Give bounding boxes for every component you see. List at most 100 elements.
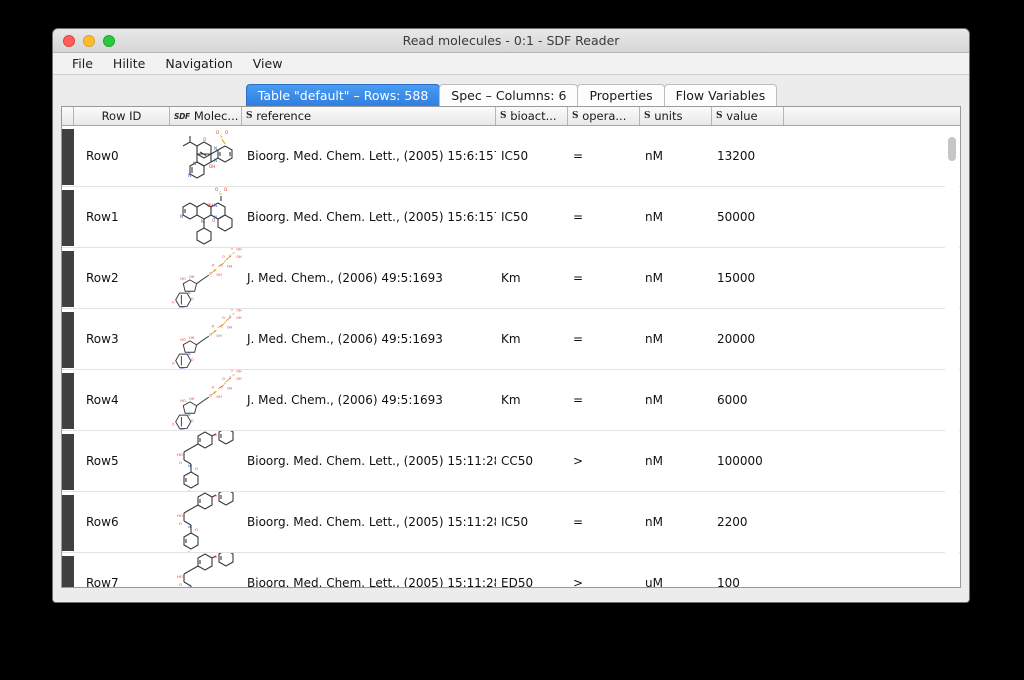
cell-operator: =	[573, 515, 584, 529]
table-row[interactable]: Row4 J. Med. Chem., (2006) 49:5:1693 Km = nM…	[62, 370, 960, 431]
menu-item-navigation[interactable]: Navigation	[156, 54, 241, 73]
minimize-button[interactable]	[83, 34, 95, 47]
cell-operator: =	[573, 271, 584, 285]
row-color-swatch	[62, 495, 74, 551]
mol-uridine-triphosphate-sugar-structure	[171, 309, 242, 369]
cell-units: uM	[645, 576, 663, 587]
mol-phenoxyphenyl-acrylamide-fluorobenzyl-structure	[176, 492, 234, 552]
cell-row-id: Row6	[86, 515, 119, 529]
mol-uridine-triphosphate-sugar-structure	[171, 248, 242, 308]
cell-reference: J. Med. Chem., (2006) 49:5:1693	[247, 393, 443, 407]
table-row[interactable]: Row3 J. Med. Chem., (2006) 49:5:1693 Km = nM…	[62, 309, 960, 370]
cell-bioactivity: ED50	[501, 576, 534, 587]
tab-bar-container: Table "default" – Rows: 588 Spec – Colum…	[53, 75, 969, 106]
cell-row-id: Row0	[86, 149, 119, 163]
close-button[interactable]	[63, 34, 75, 47]
cell-units: nM	[645, 149, 663, 163]
cell-units: nM	[645, 271, 663, 285]
table-row[interactable]: Row0 Bioorg. Med. Chem. Lett., (2005) 15:…	[62, 126, 960, 187]
tab-table-default[interactable]: Table "default" – Rows: 588	[245, 84, 441, 106]
table-row[interactable]: Row2 J. Med. Chem., (2006) 49:5:1693 Km = nM…	[62, 248, 960, 309]
string-type-icon: S	[246, 111, 253, 121]
cell-bioactivity: Km	[501, 393, 521, 407]
column-header-row-id[interactable]: Row ID	[74, 107, 170, 125]
table-row[interactable]: Row1 Bioorg. Med. Chem. Lett., (2005) 15:…	[62, 187, 960, 248]
row-color-indicator	[62, 553, 74, 587]
cell-operator: =	[573, 210, 584, 224]
cell-filler	[784, 553, 960, 587]
cell-value: 50000	[717, 210, 756, 224]
application-window: Read molecules - 0:1 - SDF Reader File H…	[52, 28, 970, 603]
column-header-operator[interactable]: S opera...	[568, 107, 640, 125]
mol-hydroxynaphthyridinone-sulfonamide-cyclohexyl-structure	[179, 187, 233, 245]
row-color-indicator	[62, 248, 74, 308]
row-color-swatch	[62, 434, 74, 490]
column-header-filler	[784, 107, 960, 125]
cell-value: 6000	[717, 393, 748, 407]
cell-filler	[784, 492, 960, 552]
cell-operator: >	[573, 576, 584, 587]
cell-molecule	[170, 370, 242, 430]
cell-row-id: Row5	[86, 454, 119, 468]
row-color-indicator	[62, 126, 74, 186]
table-row[interactable]: Row6 Bioorg. Med. Chem. Lett., (2005) 15:…	[62, 492, 960, 553]
column-header-bioactivity[interactable]: S bioact...	[496, 107, 568, 125]
tab-spec[interactable]: Spec – Columns: 6	[439, 84, 579, 106]
data-table-panel: Row ID SDF Molec... S reference S bioact…	[61, 106, 961, 588]
cell-value: 100000	[717, 454, 763, 468]
row-color-indicator	[62, 431, 74, 491]
row-color-indicator	[62, 492, 74, 552]
table-row[interactable]: Row7 Bioorg. Med. Chem. Lett., (2005) 15:…	[62, 553, 960, 587]
cell-value: 15000	[717, 271, 756, 285]
cell-bioactivity: IC50	[501, 149, 529, 163]
mol-phenoxyphenyl-acrylamide-fluorobenzyl-structure	[176, 553, 234, 587]
menu-item-hilite[interactable]: Hilite	[104, 54, 154, 73]
cell-units: nM	[645, 454, 663, 468]
cell-row-id: Row7	[86, 576, 119, 587]
tab-flow-variables[interactable]: Flow Variables	[663, 84, 778, 106]
menu-item-file[interactable]: File	[63, 54, 102, 73]
tab-properties[interactable]: Properties	[577, 84, 665, 106]
cell-molecule	[170, 126, 242, 186]
cell-operator: =	[573, 393, 584, 407]
cell-molecule	[170, 309, 242, 369]
cell-reference: J. Med. Chem., (2006) 49:5:1693	[247, 332, 443, 346]
sdf-icon: SDF	[174, 111, 190, 121]
column-header-molecule[interactable]: SDF Molec...	[170, 107, 242, 125]
cell-units: nM	[645, 393, 663, 407]
table-row[interactable]: Row5 Bioorg. Med. Chem. Lett., (2005) 15:…	[62, 431, 960, 492]
title-bar: Read molecules - 0:1 - SDF Reader	[53, 29, 969, 53]
cell-reference: Bioorg. Med. Chem. Lett., (2005) 15:11:2…	[247, 576, 496, 587]
column-header-color[interactable]	[62, 107, 74, 125]
menu-bar: File Hilite Navigation View	[53, 53, 969, 75]
cell-filler	[784, 309, 960, 369]
cell-row-id: Row2	[86, 271, 119, 285]
column-header-molecule-label: Molec...	[193, 109, 239, 123]
row-color-swatch	[62, 129, 74, 185]
cell-value: 13200	[717, 149, 756, 163]
mol-uridine-triphosphate-sugar-structure	[171, 370, 242, 430]
cell-reference: Bioorg. Med. Chem. Lett., (2005) 15:6:15…	[247, 149, 496, 163]
zoom-button[interactable]	[103, 34, 115, 47]
string-type-icon: S	[572, 111, 579, 121]
row-color-indicator	[62, 309, 74, 369]
window-bottom-padding	[53, 597, 969, 602]
vertical-scrollbar[interactable]	[945, 127, 959, 586]
menu-item-view[interactable]: View	[244, 54, 292, 73]
column-header-operator-label: opera...	[582, 109, 627, 123]
cell-filler	[784, 370, 960, 430]
cell-bioactivity: CC50	[501, 454, 534, 468]
vertical-scrollbar-thumb[interactable]	[948, 137, 956, 161]
column-header-reference[interactable]: S reference	[242, 107, 496, 125]
cell-row-id: Row3	[86, 332, 119, 346]
row-color-swatch	[62, 373, 74, 429]
cell-bioactivity: Km	[501, 271, 521, 285]
cell-value: 2200	[717, 515, 748, 529]
cell-molecule	[170, 492, 242, 552]
row-color-swatch	[62, 190, 74, 246]
column-header-value[interactable]: S value	[712, 107, 784, 125]
column-header-units-label: units	[654, 109, 683, 123]
cell-row-id: Row4	[86, 393, 119, 407]
cell-units: nM	[645, 332, 663, 346]
column-header-units[interactable]: S units	[640, 107, 712, 125]
